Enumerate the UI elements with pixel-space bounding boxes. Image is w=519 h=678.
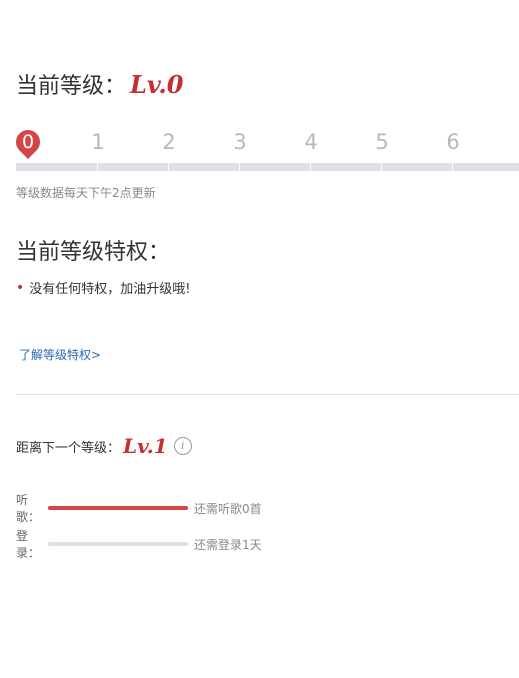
next-level-heading: 距离下一个等级： Lv.1 i: [16, 434, 192, 458]
level-tick: [239, 163, 240, 171]
login-progress-track: [48, 542, 188, 546]
level-tick: [381, 163, 382, 171]
privileges-title: 当前等级特权：: [16, 240, 171, 265]
level-number-3: 3: [233, 130, 247, 154]
info-icon[interactable]: i: [173, 437, 192, 455]
listen-progress-label: 听歌：: [16, 493, 41, 524]
next-level-label: 距离下一个等级：: [16, 440, 121, 456]
current-level-label: 当前等级：: [16, 74, 127, 99]
update-note: 等级数据每天下午2点更新: [16, 186, 156, 200]
level-track-bar: [16, 163, 519, 171]
level-number-4: 4: [304, 130, 318, 154]
current-level-heading: 当前等级： Lv.0: [16, 68, 183, 100]
learn-privileges-link[interactable]: 了解等级特权>: [19, 346, 101, 363]
level-number-5: 5: [375, 130, 389, 154]
level-tick: [168, 163, 169, 171]
current-level-badge: Lv.0: [130, 70, 184, 99]
login-progress-note: 还需登录1天: [194, 537, 262, 552]
login-progress-row: 登录： 还需登录1天: [16, 527, 262, 561]
listen-progress-track: [48, 506, 188, 510]
listen-progress-note: 还需听歌0首: [194, 501, 262, 516]
current-level-pin-number: 0: [21, 131, 35, 153]
level-tick: [310, 163, 311, 171]
level-tick: [97, 163, 98, 171]
next-level-badge: Lv.1: [123, 434, 168, 458]
divider: [16, 394, 519, 395]
level-number-6: 6: [446, 130, 460, 154]
privilege-item-text: 没有任何特权，加油升级哦!: [29, 282, 191, 297]
level-number-2: 2: [162, 130, 176, 154]
login-progress-label: 登录：: [16, 529, 41, 560]
listen-progress-row: 听歌： 还需听歌0首: [16, 491, 262, 525]
level-number-1: 1: [91, 130, 105, 154]
bullet-icon: •: [16, 279, 25, 296]
level-tick: [452, 163, 453, 171]
level-track: 0 1 2 3 4 5 6: [11, 125, 519, 178]
privilege-item: • 没有任何特权，加油升级哦!: [16, 278, 191, 298]
listen-progress-fill: [48, 506, 188, 510]
